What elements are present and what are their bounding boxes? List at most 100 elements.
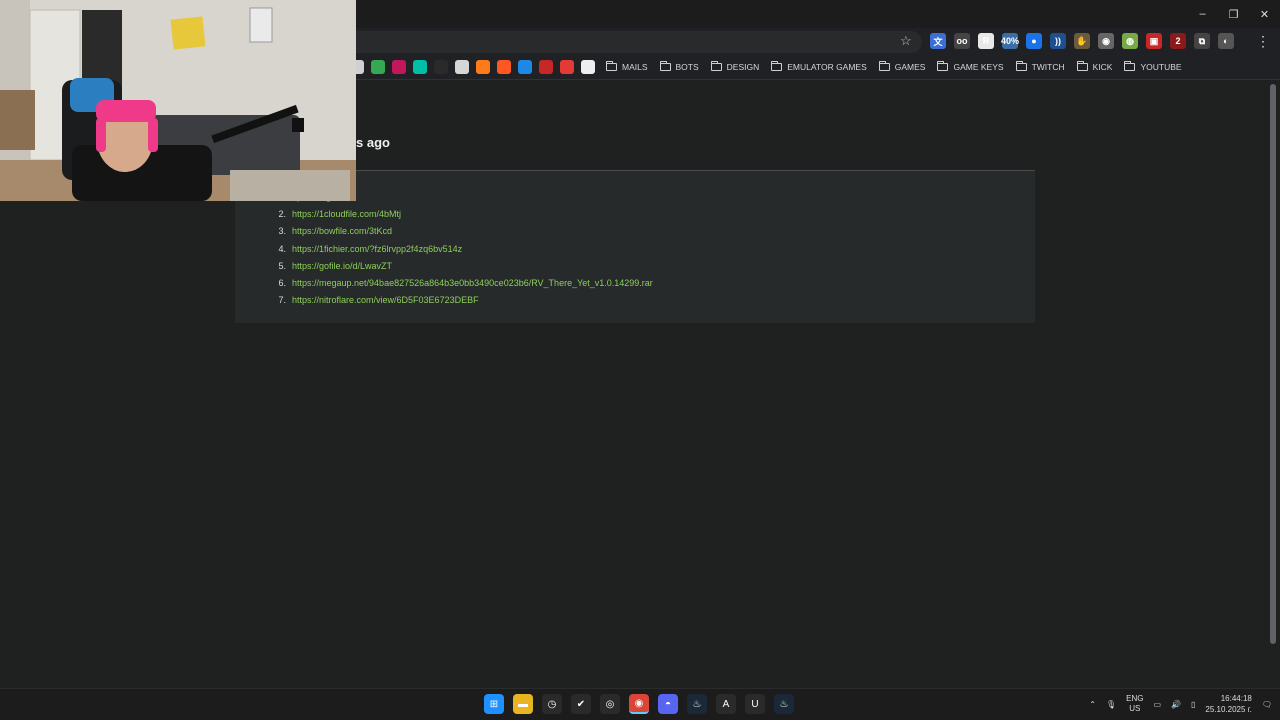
list-item: 5. https://gofile.io/d/LwavZT bbox=[276, 257, 653, 274]
bookmark-folder-label: YOUTUBE bbox=[1140, 62, 1182, 72]
bookmark-shortcut-icon[interactable] bbox=[392, 60, 406, 74]
bookmark-star-icon[interactable]: ☆ bbox=[900, 33, 912, 49]
battery-icon[interactable]: ▯ bbox=[1191, 700, 1195, 709]
download-link[interactable]: https://gofile.io/d/LwavZT bbox=[292, 261, 392, 271]
bookmark-shortcut-icon[interactable] bbox=[434, 60, 448, 74]
clock-app-icon[interactable]: ◷ bbox=[542, 694, 562, 714]
browser-menu-icon[interactable]: ⋮ bbox=[1256, 33, 1270, 50]
bookmark-folder-label: GAME KEYS bbox=[953, 62, 1004, 72]
list-item: 4. https://1fichier.com/?fz6lrvpp2f4zq6bv… bbox=[276, 240, 653, 257]
download-link[interactable]: https://1fichier.com/?fz6lrvpp2f4zq6bv51… bbox=[292, 244, 462, 254]
bookmark-folder-mails[interactable]: MAILS bbox=[606, 59, 648, 75]
folder-icon bbox=[937, 61, 949, 71]
bookmark-folder-bots[interactable]: BOTS bbox=[659, 59, 699, 75]
discord-icon[interactable]: ◓ bbox=[658, 694, 678, 714]
list-number: 2. bbox=[278, 208, 286, 219]
bookmark-folders: MAILS BOTS DESIGN EMULATOR GAMES GAMES GAME K… bbox=[606, 59, 1182, 75]
lang-code: ENG bbox=[1126, 694, 1144, 703]
bookmark-shortcut-icon[interactable] bbox=[476, 60, 490, 74]
glasses-icon[interactable]: oo bbox=[954, 33, 970, 49]
bookmark-shortcuts bbox=[350, 60, 595, 74]
audio-icon[interactable]: )) bbox=[1050, 33, 1066, 49]
bookmark-shortcut-icon[interactable] bbox=[539, 60, 553, 74]
page-scrollbar[interactable] bbox=[1270, 84, 1276, 644]
close-button[interactable]: ✕ bbox=[1249, 0, 1280, 28]
shield-icon[interactable]: ● bbox=[1026, 33, 1042, 49]
clock-time: 16:44:18 bbox=[1220, 694, 1252, 703]
list-number: 3. bbox=[278, 226, 286, 237]
tray-chevron-icon[interactable]: ⌃ bbox=[1089, 700, 1096, 709]
bookmark-folder-label: BOTS bbox=[675, 62, 699, 72]
list-item: 3. https://bowfile.com/3tKcd bbox=[276, 223, 653, 240]
check-icon[interactable]: ✔ bbox=[571, 694, 591, 714]
download-link[interactable]: https://bowfile.com/3tKcd bbox=[292, 226, 392, 236]
language-indicator[interactable]: ENG US bbox=[1126, 694, 1143, 714]
bookmark-shortcut-icon[interactable] bbox=[581, 60, 595, 74]
r-icon[interactable]: R bbox=[978, 33, 994, 49]
hand-icon[interactable]: ✋ bbox=[1074, 33, 1090, 49]
steam-icon[interactable]: ♨ bbox=[687, 694, 707, 714]
list-item: 2. https://1cloudfile.com/4bMtj bbox=[276, 205, 653, 222]
unreal-icon[interactable]: U bbox=[745, 694, 765, 714]
notifications-icon[interactable]: 🗨 bbox=[1262, 700, 1272, 709]
obs-icon[interactable]: ◎ bbox=[600, 694, 620, 714]
bookmark-shortcut-icon[interactable] bbox=[413, 60, 427, 74]
translate-icon[interactable]: 文 bbox=[930, 33, 946, 49]
folder-icon bbox=[1076, 61, 1088, 71]
app-a-icon[interactable]: A bbox=[716, 694, 736, 714]
folder-icon bbox=[878, 61, 890, 71]
bookmark-shortcut-icon[interactable] bbox=[497, 60, 511, 74]
colorwheel-icon[interactable]: ◍ bbox=[1122, 33, 1138, 49]
download-links-list: up.com/lgml2.https://1cloudfile.com/4bMt… bbox=[276, 188, 653, 309]
webcam-image bbox=[0, 0, 356, 201]
list-number: 6. bbox=[278, 278, 286, 289]
cloud-40-icon[interactable]: 40% bbox=[1001, 33, 1019, 49]
bulb-icon[interactable]: ◉ bbox=[1098, 33, 1114, 49]
clock-date: 25.10.2025 г. bbox=[1205, 705, 1252, 714]
folder-icon[interactable]: ▬ bbox=[513, 694, 533, 714]
clock[interactable]: 16:44:18 25.10.2025 г. bbox=[1205, 693, 1251, 715]
address-bar[interactable] bbox=[356, 31, 922, 53]
taskbar-apps: ⊞ ▬ ◷ ✔ ◎ ◉ ◓ ♨ A U ♨ bbox=[484, 694, 794, 714]
download-link[interactable]: https://megaup.net/94bae827526a864b3e0bb… bbox=[292, 278, 653, 288]
start-icon[interactable]: ⊞ bbox=[484, 694, 504, 714]
bookmark-folder-youtube[interactable]: YOUTUBE bbox=[1124, 59, 1182, 75]
list-item: 6. https://megaup.net/94bae827526a864b3e0… bbox=[276, 274, 653, 291]
bookmark-shortcut-icon[interactable] bbox=[560, 60, 574, 74]
profile-icon[interactable]: ◐ bbox=[1218, 33, 1234, 49]
bookmark-folder-label: DESIGN bbox=[726, 62, 760, 72]
bookmark-folder-emulator-games[interactable]: EMULATOR GAMES bbox=[771, 59, 867, 75]
bookmark-shortcut-icon[interactable] bbox=[455, 60, 469, 74]
bookmark-folder-label: TWITCH bbox=[1031, 62, 1065, 72]
bookmark-folder-games[interactable]: GAMES bbox=[878, 59, 926, 75]
network-icon[interactable]: ▭ bbox=[1153, 700, 1161, 709]
volume-icon[interactable]: 🔊 bbox=[1171, 700, 1181, 709]
folder-icon bbox=[606, 61, 617, 71]
folder-icon bbox=[771, 61, 783, 71]
bookmark-folder-design[interactable]: DESIGN bbox=[710, 59, 760, 75]
bookmark-shortcut-icon[interactable] bbox=[518, 60, 532, 74]
window-controls: – ❐ ✕ bbox=[1187, 0, 1280, 28]
red-box-icon[interactable]: ▣ bbox=[1146, 33, 1162, 49]
extensions-bar: 文 oo R 40% ●)) ✋ ◉ ◍ ▣ 2 ⧉ ◐ bbox=[930, 33, 1234, 49]
bookmark-folder-label: MAILS bbox=[622, 62, 648, 72]
download-link[interactable]: https://nitroflare.com/view/6D5F03E6723D… bbox=[292, 295, 479, 305]
puzzle-icon[interactable]: ⧉ bbox=[1194, 33, 1210, 49]
steam2-icon[interactable]: ♨ bbox=[774, 694, 794, 714]
minimize-button[interactable]: – bbox=[1187, 0, 1218, 28]
folder-icon bbox=[710, 61, 722, 71]
restore-button[interactable]: ❐ bbox=[1218, 0, 1249, 28]
list-number: 5. bbox=[278, 260, 286, 271]
bookmark-folder-kick[interactable]: KICK bbox=[1076, 59, 1113, 75]
bookmark-folder-game-keys[interactable]: GAME KEYS bbox=[937, 59, 1004, 75]
bookmark-folder-label: GAMES bbox=[894, 62, 926, 72]
lang-region: US bbox=[1129, 704, 1141, 713]
badge-icon[interactable]: 2 bbox=[1170, 33, 1186, 49]
bookmark-shortcut-icon[interactable] bbox=[371, 60, 385, 74]
microphone-icon[interactable]: 🎙 bbox=[1106, 700, 1116, 709]
bookmark-folder-label: KICK bbox=[1092, 62, 1113, 72]
chrome-icon[interactable]: ◉ bbox=[629, 694, 649, 714]
list-number: 7. bbox=[278, 295, 286, 306]
download-link[interactable]: https://1cloudfile.com/4bMtj bbox=[292, 209, 401, 219]
bookmark-folder-twitch[interactable]: TWITCH bbox=[1015, 59, 1065, 75]
